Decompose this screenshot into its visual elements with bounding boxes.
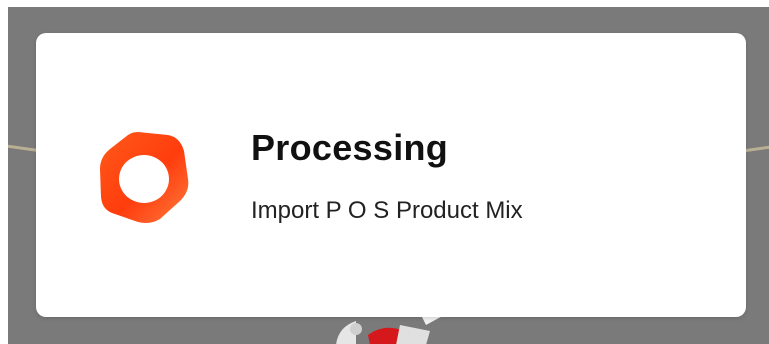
background-decoration-line	[744, 144, 769, 153]
loading-ring-icon	[100, 132, 189, 223]
dialog-title: Processing	[251, 127, 449, 168]
processing-dialog: Processing Import P O S Product Mix	[36, 33, 746, 317]
dialog-message: Import P O S Product Mix	[251, 197, 523, 224]
